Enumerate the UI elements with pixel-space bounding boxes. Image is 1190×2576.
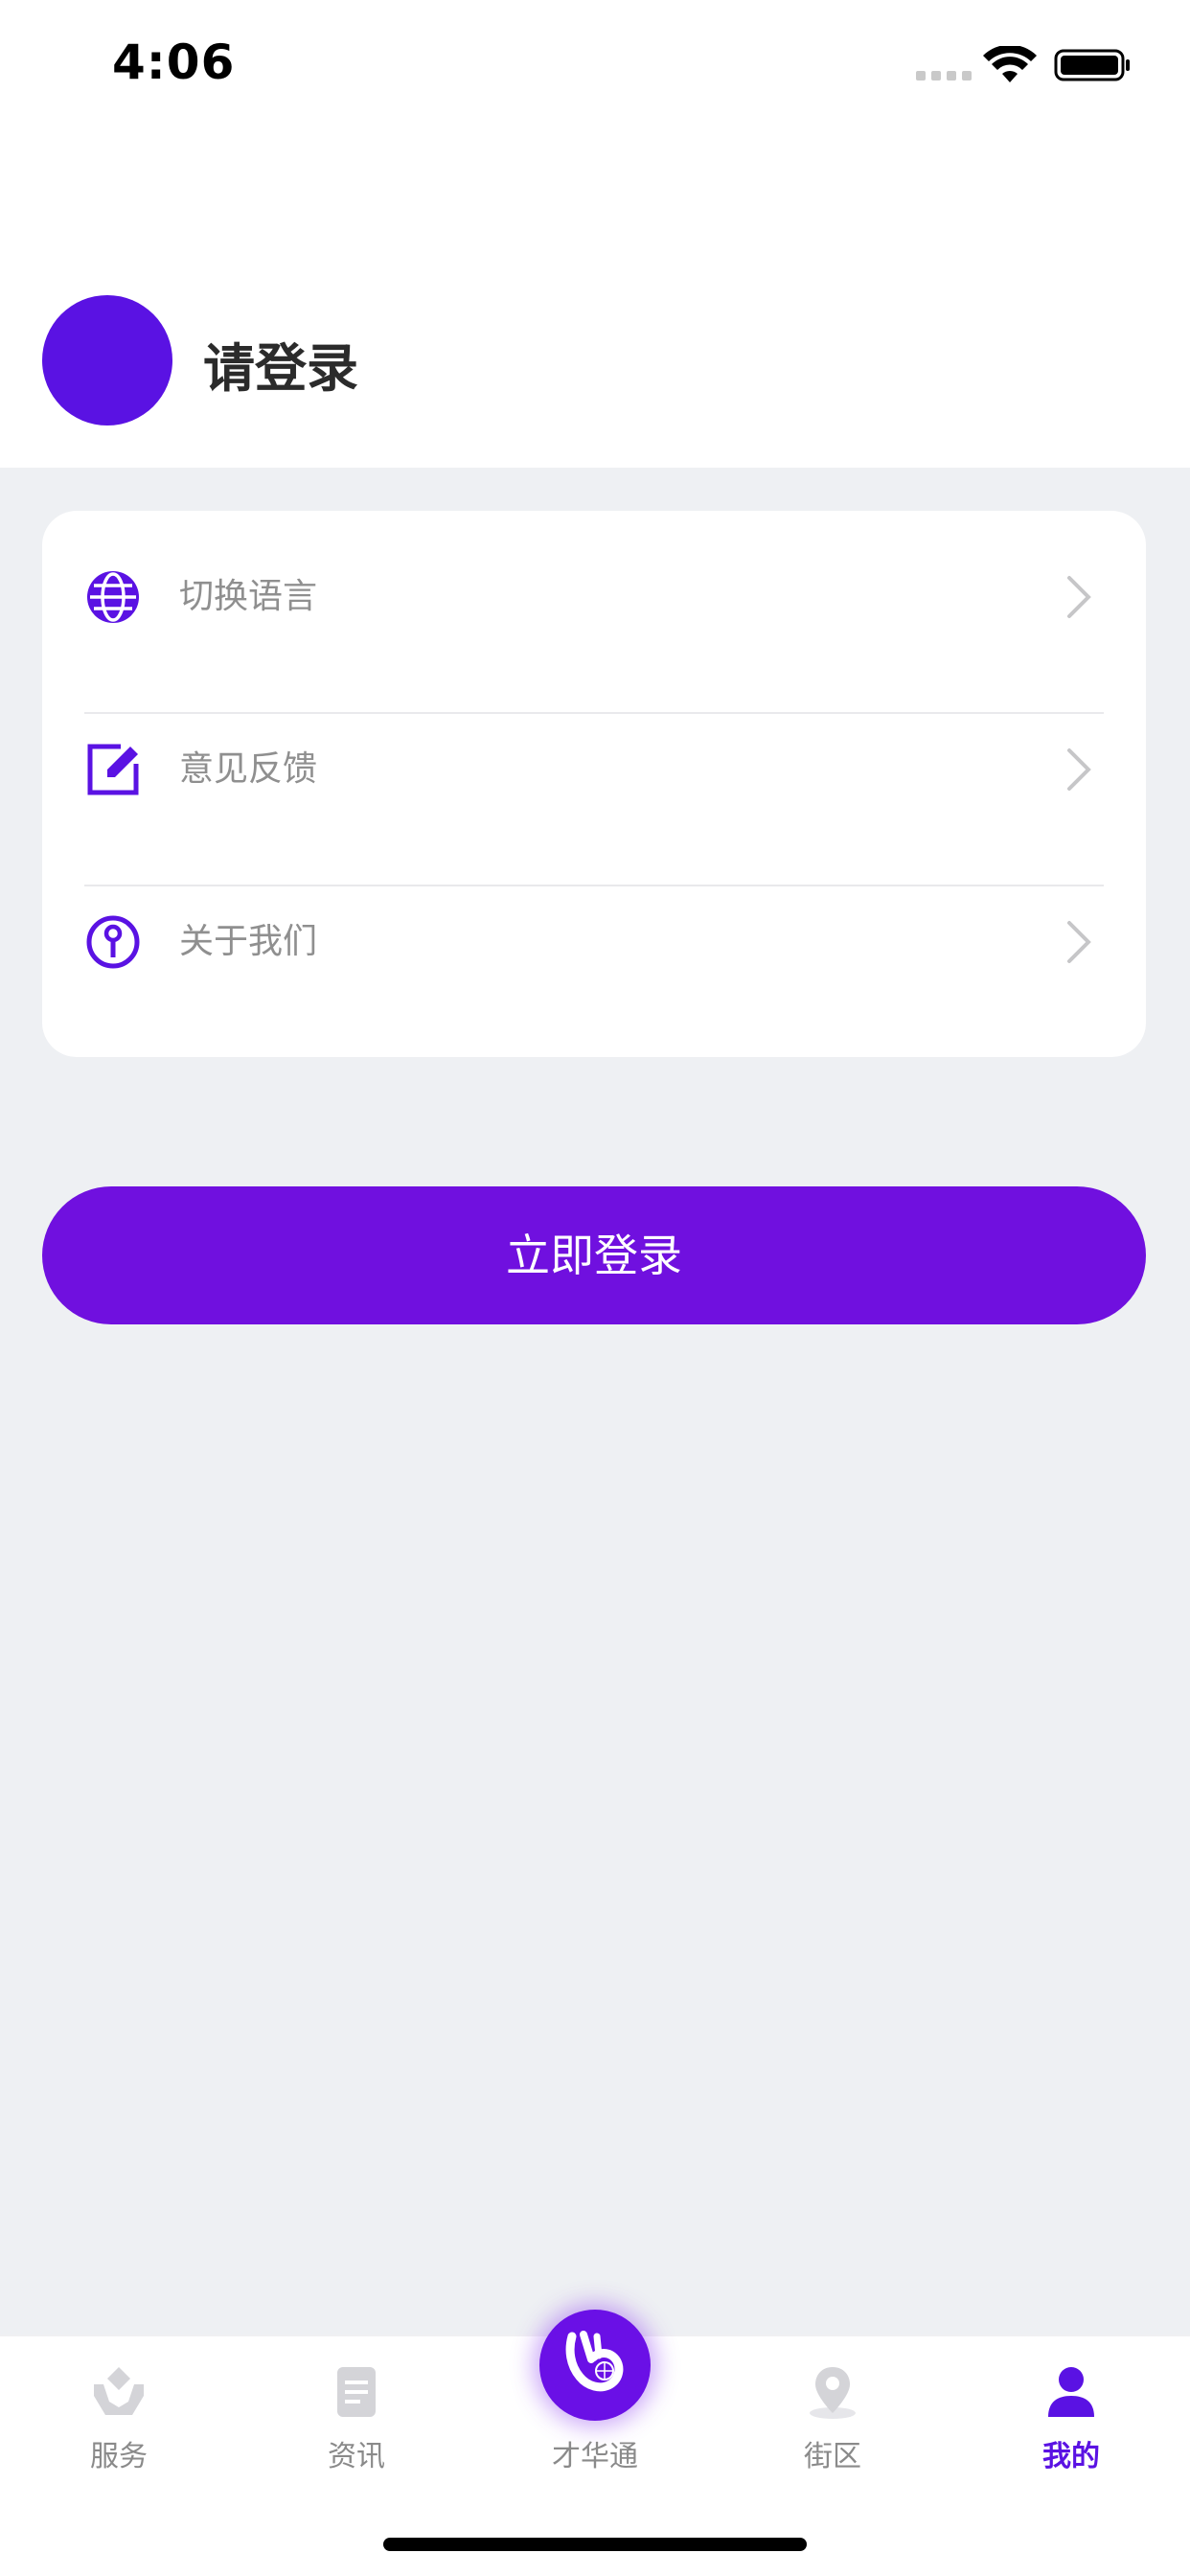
- news-icon: [337, 2367, 376, 2417]
- service-icon: [94, 2367, 144, 2415]
- home-indicator[interactable]: [383, 2538, 807, 2551]
- menu-item-switch-language[interactable]: 切换语言: [42, 511, 1146, 683]
- battery-icon: [1054, 49, 1130, 81]
- menu-item-about-us[interactable]: 关于我们: [42, 856, 1146, 1028]
- chevron-right-icon: [1067, 921, 1091, 963]
- login-prompt[interactable]: 请登录: [203, 326, 358, 402]
- ok-hand-icon: [565, 2331, 624, 2392]
- settings-menu-card: 切换语言 意见反馈 关于我们: [42, 511, 1146, 1057]
- tab-label: 我的: [1042, 2440, 1100, 2473]
- globe-icon: [87, 571, 139, 623]
- tab-label: 资讯: [328, 2440, 385, 2473]
- info-icon: [86, 915, 140, 969]
- screen: 4:06 请登录 切换语言 意见反馈 关于我们 立即登录 服务 资讯 才华通 街…: [0, 0, 1190, 2576]
- status-time: 4:06: [112, 34, 236, 90]
- tab-label: 服务: [90, 2440, 148, 2473]
- tab-mine[interactable]: 我的: [952, 2336, 1190, 2528]
- menu-item-label: 意见反馈: [179, 749, 318, 789]
- login-button[interactable]: 立即登录: [42, 1186, 1146, 1324]
- location-icon: [810, 2367, 856, 2419]
- caihuatong-fab[interactable]: [539, 2310, 651, 2421]
- menu-item-feedback[interactable]: 意见反馈: [42, 683, 1146, 856]
- avatar[interactable]: [42, 295, 172, 426]
- profile-header: [0, 130, 1190, 468]
- tab-service[interactable]: 服务: [0, 2336, 238, 2528]
- chevron-right-icon: [1067, 748, 1091, 791]
- status-bar: 4:06: [0, 0, 1190, 130]
- wifi-icon: [983, 46, 1037, 82]
- tab-label: 街区: [804, 2440, 861, 2473]
- edit-icon: [87, 744, 139, 795]
- tab-neighborhood[interactable]: 街区: [714, 2336, 951, 2528]
- chevron-right-icon: [1067, 576, 1091, 618]
- menu-item-label: 切换语言: [179, 577, 318, 616]
- menu-item-label: 关于我们: [179, 922, 318, 961]
- user-icon: [1048, 2367, 1094, 2417]
- cellular-signal-icon: [916, 71, 972, 80]
- tab-caihuatong[interactable]: 才华通: [476, 2310, 714, 2528]
- tab-label: 才华通: [552, 2440, 638, 2473]
- tab-news[interactable]: 资讯: [238, 2336, 475, 2528]
